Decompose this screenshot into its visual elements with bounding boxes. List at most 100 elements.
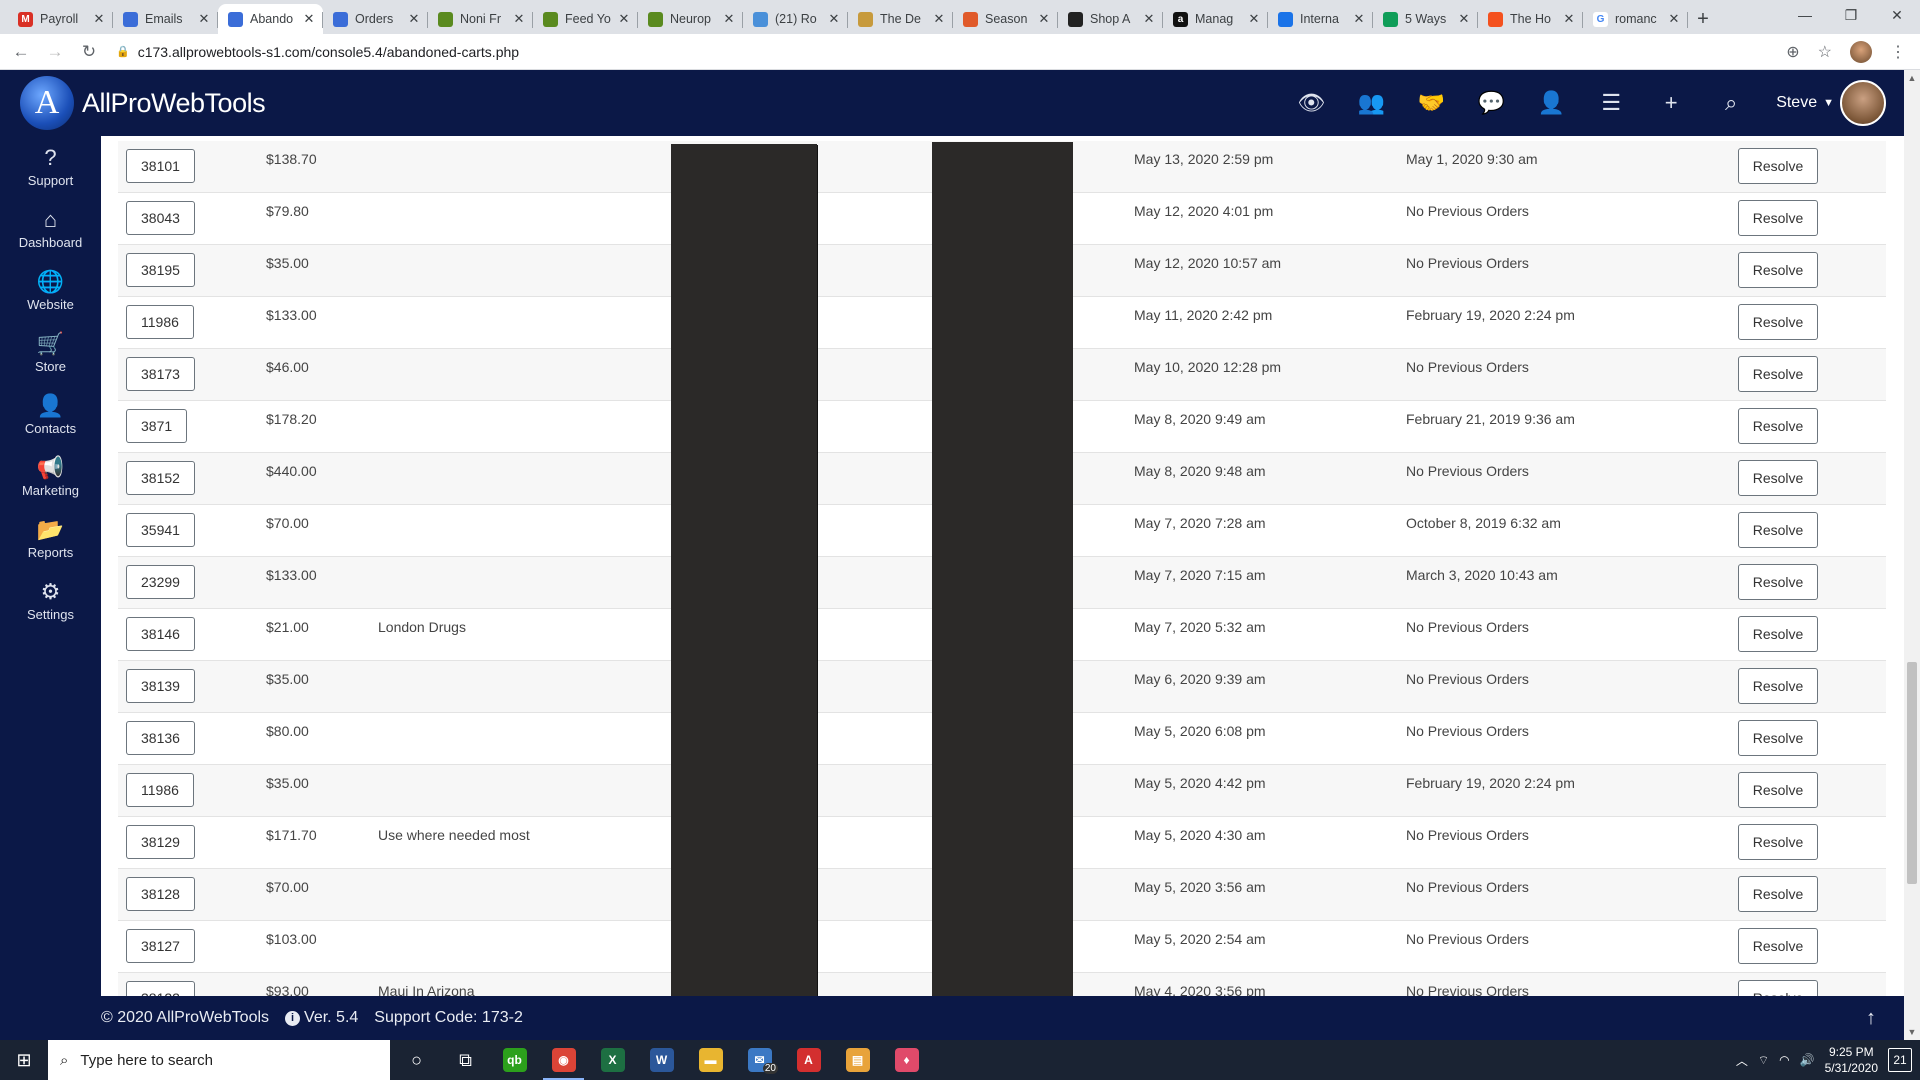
resolve-button[interactable]: Resolve [1738,720,1818,756]
sidebar-item-contacts[interactable]: 👤 Contacts [0,384,101,446]
chat-icon[interactable]: 💬 [1476,90,1506,116]
cart-id-button[interactable]: 38146 [126,617,195,651]
flame-app-icon[interactable]: ♦ [882,1040,931,1080]
acrobat-icon[interactable]: A [784,1040,833,1080]
cart-id-button[interactable]: 38139 [126,669,195,703]
close-tab-icon[interactable]: ✕ [406,11,422,27]
user-menu[interactable]: Steve ▼ [1776,80,1886,126]
resolve-button[interactable]: Resolve [1738,980,1818,996]
close-tab-icon[interactable]: ✕ [91,11,107,27]
network-icon[interactable]: ⌔ [1758,1053,1769,1068]
close-tab-icon[interactable]: ✕ [1141,11,1157,27]
resolve-button[interactable]: Resolve [1738,148,1818,184]
cart-id-button[interactable]: 3871 [126,409,188,443]
close-tab-icon[interactable]: ✕ [1246,11,1262,27]
browser-tab[interactable]: Feed Yo ✕ [533,4,638,34]
resolve-button[interactable]: Resolve [1738,252,1818,288]
volume-icon[interactable]: 🔊 [1800,1053,1815,1067]
taskbar-clock[interactable]: 9:25 PM 5/31/2020 [1825,1044,1878,1076]
users-icon[interactable]: 👥 [1356,90,1386,116]
taskbar-search[interactable]: ⌕ Type here to search [48,1040,390,1080]
bookmark-star-icon[interactable]: ☆ [1818,42,1832,62]
resolve-button[interactable]: Resolve [1738,824,1818,860]
minimize-icon[interactable]: — [1782,0,1828,30]
browser-tab[interactable]: M Payroll ✕ [8,4,113,34]
cortana-icon[interactable]: ○ [392,1040,441,1080]
close-tab-icon[interactable]: ✕ [1036,11,1052,27]
close-tab-icon[interactable]: ✕ [511,11,527,27]
scroll-down-icon[interactable]: ▼ [1904,1024,1920,1040]
browser-tab[interactable]: Abando ✕ [218,4,323,34]
sidebar-item-support[interactable]: ? Support [0,136,101,198]
browser-tab[interactable]: The Ho ✕ [1478,4,1583,34]
close-tab-icon[interactable]: ✕ [721,11,737,27]
resolve-button[interactable]: Resolve [1738,616,1818,652]
close-tab-icon[interactable]: ✕ [1456,11,1472,27]
resolve-button[interactable]: Resolve [1738,772,1818,808]
resolve-button[interactable]: Resolve [1738,460,1818,496]
excel-icon[interactable]: X [588,1040,637,1080]
sidebar-item-settings[interactable]: ⚙ Settings [0,570,101,632]
browser-menu-icon[interactable]: ⋮ [1890,42,1906,62]
search-icon[interactable]: ⌕ [1716,90,1746,116]
notification-center-icon[interactable]: 21 [1888,1048,1912,1072]
sidebar-item-dashboard[interactable]: ⌂ Dashboard [0,198,101,260]
mail-icon[interactable]: ✉ 20 [735,1040,784,1080]
cart-id-button[interactable]: 38127 [126,929,195,963]
wifi-icon[interactable]: ◠ [1779,1053,1789,1067]
sidebar-item-marketing[interactable]: 📢 Marketing [0,446,101,508]
restore-icon[interactable]: ❐ [1828,0,1874,30]
cart-id-button[interactable]: 23299 [126,565,195,599]
add-icon[interactable]: + [1656,90,1686,116]
cart-id-button[interactable]: 38043 [126,201,195,235]
notifications-icon[interactable]: 👤 [1536,90,1566,116]
cart-id-button[interactable]: 38129 [126,825,195,859]
chevron-up-icon[interactable]: ︿ [1736,1052,1748,1069]
reload-icon[interactable]: ↻ [76,42,102,62]
brand-logo[interactable]: A AllProWebTools [20,76,266,130]
browser-tab[interactable]: The De ✕ [848,4,953,34]
close-tab-icon[interactable]: ✕ [1351,11,1367,27]
browser-tab[interactable]: Interna ✕ [1268,4,1373,34]
page-scrollbar[interactable]: ▲ ▼ [1904,70,1920,1040]
cart-id-button[interactable]: 38195 [126,253,195,287]
handshake-icon[interactable]: 🤝 [1416,90,1446,116]
close-tab-icon[interactable]: ✕ [196,11,212,27]
chrome-icon[interactable]: ◉ [539,1040,588,1080]
close-tab-icon[interactable]: ✕ [616,11,632,27]
new-tab-button[interactable]: + [1688,4,1718,34]
file-explorer-icon[interactable]: ▬ [686,1040,735,1080]
cart-id-button[interactable]: 38128 [126,877,195,911]
cart-id-button[interactable]: 35941 [126,513,195,547]
resolve-button[interactable]: Resolve [1738,876,1818,912]
browser-tab[interactable]: Noni Fr ✕ [428,4,533,34]
zoom-icon[interactable]: ⊕ [1786,42,1799,62]
resolve-button[interactable]: Resolve [1738,304,1818,340]
close-tab-icon[interactable]: ✕ [826,11,842,27]
cart-id-button[interactable]: 38136 [126,721,195,755]
resolve-button[interactable]: Resolve [1738,512,1818,548]
tasks-icon[interactable]: ☰ [1596,90,1626,116]
cart-id-button[interactable]: 38152 [126,461,195,495]
cart-id-button[interactable]: 38122 [126,981,195,996]
sidebar-item-reports[interactable]: 📂 Reports [0,508,101,570]
back-icon[interactable]: ← [8,42,34,62]
resolve-button[interactable]: Resolve [1738,928,1818,964]
browser-tab[interactable]: Season ✕ [953,4,1058,34]
close-window-icon[interactable]: ✕ [1874,0,1920,30]
browser-tab[interactable]: a Manag ✕ [1163,4,1268,34]
scroll-up-icon[interactable]: ▲ [1904,70,1920,86]
browser-tab[interactable]: Neurop ✕ [638,4,743,34]
avatar[interactable] [1840,80,1886,126]
close-tab-icon[interactable]: ✕ [931,11,947,27]
close-tab-icon[interactable]: ✕ [301,11,317,27]
close-tab-icon[interactable]: ✕ [1666,11,1682,27]
resolve-button[interactable]: Resolve [1738,668,1818,704]
cart-id-button[interactable]: 38173 [126,357,195,391]
windows-start-icon[interactable]: ⊞ [0,1040,48,1080]
resolve-button[interactable]: Resolve [1738,564,1818,600]
resolve-button[interactable]: Resolve [1738,356,1818,392]
scrollbar-thumb[interactable] [1907,662,1917,884]
quickbooks-icon[interactable]: qb [490,1040,539,1080]
url-field[interactable]: 🔒 c173.allprowebtools-s1.com/console5.4/… [116,38,1786,66]
